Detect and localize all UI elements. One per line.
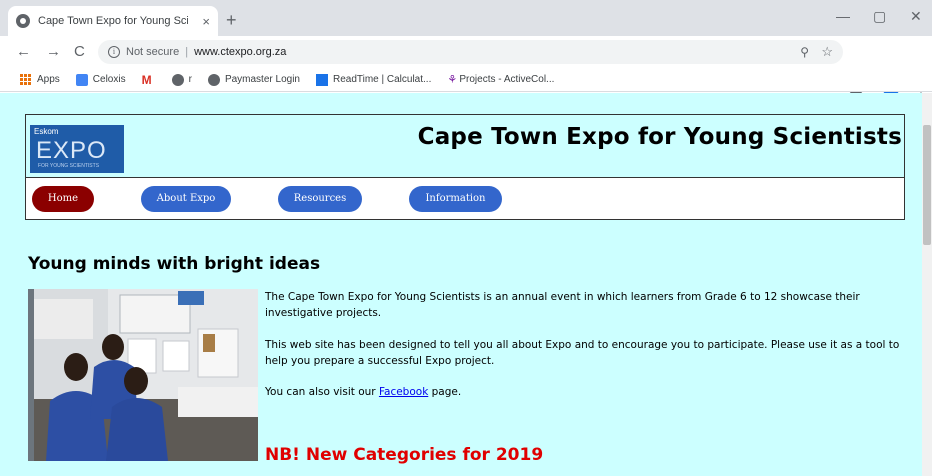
facebook-link[interactable]: Facebook (379, 386, 428, 398)
projects-icon: ⚘ (447, 74, 458, 86)
nav-home-button[interactable]: Home (32, 186, 94, 212)
nb-heading: NB! New Categories for 2019 (265, 445, 544, 465)
logo-tagline: FOR YOUNG SCIENTISTS (38, 163, 100, 169)
bookmark-apps[interactable]: Apps (20, 73, 60, 86)
scrollbar-thumb[interactable] (923, 125, 931, 245)
purpose-paragraph: This web site has been designed to tell … (265, 339, 900, 367)
bookmark-star-icon[interactable]: ☆ (821, 44, 833, 60)
forward-button[interactable]: → (46, 43, 61, 60)
students-photo (28, 289, 258, 461)
zoom-icon[interactable]: ⚲ (800, 45, 809, 59)
bookmark-celoxis[interactable]: Celoxis (75, 73, 126, 86)
site-nav: Home About Expo Resources Information (25, 178, 905, 220)
tab-strip: Cape Town Expo for Young Scien × + — ▢ ✕ (0, 0, 932, 36)
tab-close-icon[interactable]: × (202, 14, 210, 29)
expo-logo[interactable]: Eskom EXPO FOR YOUNG SCIENTISTS (30, 125, 124, 173)
logo-brand: Eskom (34, 127, 59, 136)
maximize-button[interactable]: ▢ (873, 8, 886, 25)
address-bar: ← → C i Not secure | www.ctexpo.org.za ⚲… (0, 36, 932, 96)
bookmark-gmail[interactable]: M (142, 73, 156, 87)
site-header: Eskom EXPO FOR YOUNG SCIENTISTS Cape Tow… (25, 114, 905, 178)
info-icon[interactable]: i (108, 46, 120, 58)
browser-tab[interactable]: Cape Town Expo for Young Scien × (8, 6, 218, 36)
facebook-paragraph: You can also visit our Facebook page. (265, 384, 910, 400)
intro-paragraph: The Cape Town Expo for Young Scientists … (265, 291, 860, 319)
nav-information-button[interactable]: Information (409, 186, 502, 212)
bookmark-label: Projects - ActiveCol... (459, 74, 555, 85)
minimize-button[interactable]: — (836, 8, 850, 24)
globe-icon (171, 73, 184, 86)
facebook-text-before: You can also visit our (265, 386, 379, 398)
globe-icon (207, 73, 220, 86)
facebook-text-after: page. (428, 386, 462, 398)
bookmark-projects[interactable]: ⚘ Projects - ActiveCol... (447, 73, 554, 86)
close-window-button[interactable]: ✕ (910, 8, 922, 25)
page-scrollbar[interactable] (922, 93, 932, 476)
bookmark-r[interactable]: r (171, 73, 192, 86)
bookmarks-bar: Apps Celoxis M r Paymaster Login ReadTim… (0, 68, 932, 92)
bookmark-label: Celoxis (92, 74, 126, 85)
apps-grid-icon (20, 73, 32, 86)
new-tab-button[interactable]: + (226, 10, 237, 31)
tab-title: Cape Town Expo for Young Scien (38, 15, 188, 27)
url-input[interactable]: i Not secure | www.ctexpo.org.za ⚲ ☆ (98, 40, 843, 64)
bookmark-paymaster[interactable]: Paymaster Login (207, 73, 300, 86)
page-heading: Young minds with bright ideas (28, 254, 321, 274)
nav-resources-button[interactable]: Resources (278, 186, 362, 212)
reload-button[interactable]: C (74, 43, 85, 60)
url-text: www.ctexpo.org.za (194, 46, 287, 58)
security-status: Not secure (126, 46, 180, 58)
bookmark-label: Paymaster Login (224, 74, 300, 85)
url-divider: | (185, 46, 189, 58)
gmail-icon: M (141, 72, 152, 87)
nav-about-expo-button[interactable]: About Expo (141, 186, 231, 212)
page-viewport: Eskom EXPO FOR YOUNG SCIENTISTS Cape Tow… (0, 93, 932, 476)
bookmark-label: ReadTime | Calculat... (332, 74, 432, 85)
bookmark-label: r (188, 74, 192, 85)
logo-wordmark: EXPO (36, 137, 107, 164)
back-button[interactable]: ← (16, 43, 31, 60)
bookmark-readtime[interactable]: ReadTime | Calculat... (315, 73, 432, 86)
readtime-icon (315, 73, 328, 86)
celoxis-icon (75, 73, 88, 86)
site-favicon-icon (16, 14, 30, 28)
students-photo-illustration (28, 289, 258, 461)
bookmark-label: Apps (37, 74, 60, 85)
site-title: Cape Town Expo for Young Scientists (417, 124, 902, 150)
